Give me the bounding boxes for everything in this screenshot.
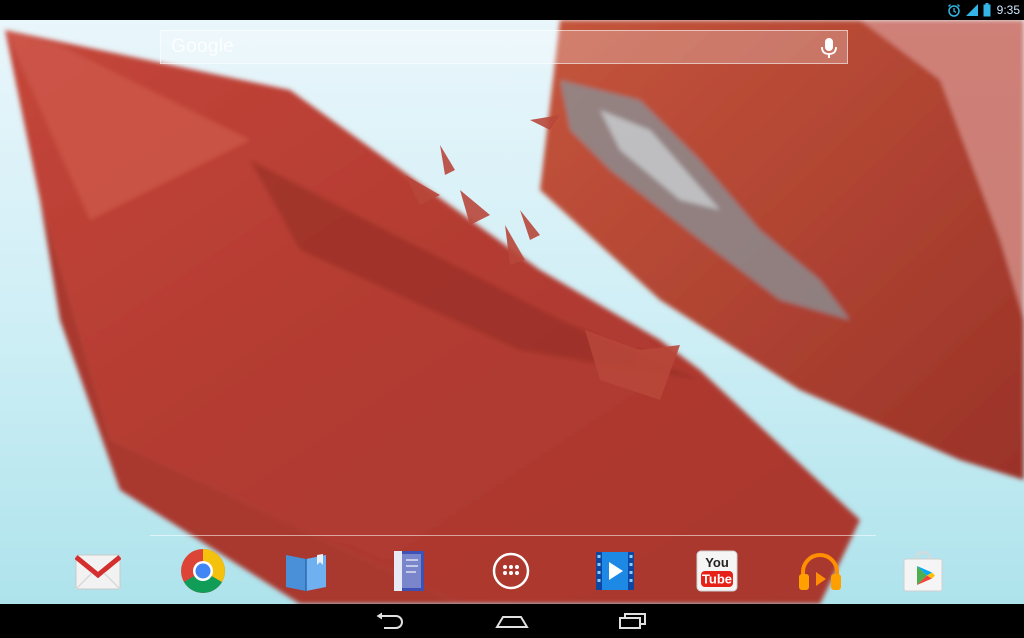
movies-app-icon[interactable] [590,546,640,596]
recents-button[interactable] [614,610,650,632]
music-app-icon[interactable] [795,546,845,596]
status-time: 9:35 [996,3,1020,17]
home-button[interactable] [494,610,530,632]
play-store-app-icon[interactable] [898,546,948,596]
google-search-bar[interactable]: Google [160,30,848,64]
youtube-icon: You Tube [696,550,738,592]
chrome-app-icon[interactable] [178,546,228,596]
gmail-icon [75,554,121,590]
recents-icon [619,613,646,629]
youtube-label-bottom: Tube [702,572,732,587]
status-bar: 9:35 [0,0,1024,20]
dock-divider [150,535,876,536]
alarm-icon [947,3,961,17]
navigation-bar [0,604,1024,638]
dock: You Tube [0,540,1024,602]
back-button[interactable] [371,610,407,632]
google-logo: Google [171,36,235,57]
movies-icon [596,552,634,590]
music-icon [799,553,841,590]
youtube-app-icon[interactable]: You Tube [692,546,742,596]
books-icon [286,554,326,591]
play-store-icon [903,551,943,592]
youtube-label-top: You [705,555,729,570]
home-icon [495,616,529,628]
battery-icon [983,3,991,17]
status-icons: 9:35 [947,0,1020,20]
app-drawer-button[interactable] [486,546,536,596]
chrome-icon [181,549,225,593]
magazines-icon [394,551,424,591]
gmail-app-icon[interactable] [73,546,123,596]
magazines-app-icon[interactable] [384,546,434,596]
wallpaper [0,20,1024,604]
back-icon [376,612,403,629]
signal-icon [965,3,979,17]
mic-icon[interactable] [819,36,839,60]
books-app-icon[interactable] [281,546,331,596]
app-drawer-icon [492,552,530,590]
